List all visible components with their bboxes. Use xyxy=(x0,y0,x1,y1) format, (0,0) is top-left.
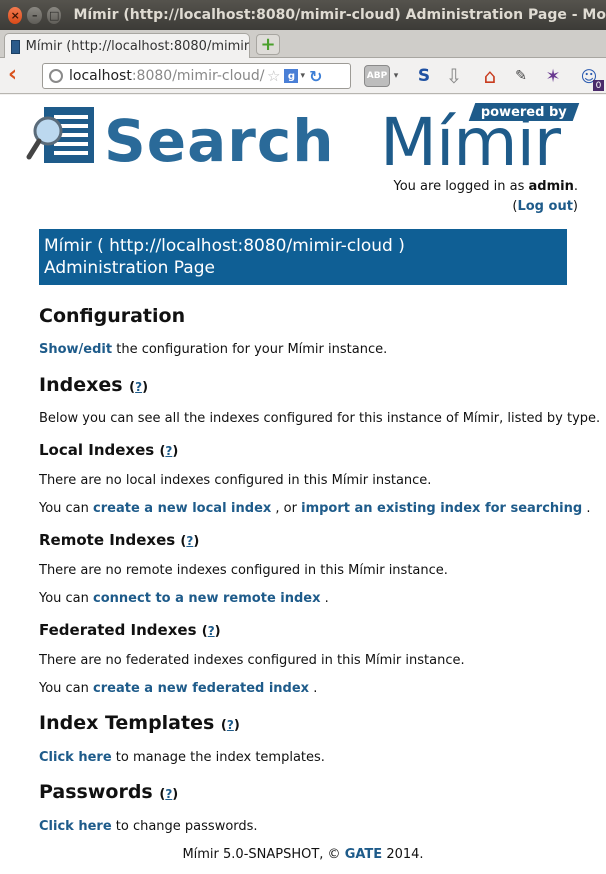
powered-by-text: powered by xyxy=(481,104,567,120)
indexes-heading-text: Indexes xyxy=(39,374,123,396)
window-title-bar: × – □ Mímir (http://localhost:8080/mimir… xyxy=(0,0,606,30)
page-content: Search Mímir powered by You are logged i… xyxy=(0,95,606,874)
configuration-description: the configuration for your Mímir instanc… xyxy=(112,342,388,357)
create-local-index-link[interactable]: create a new local index xyxy=(93,501,271,516)
local-indexes-none: There are no local indexes configured in… xyxy=(39,473,432,488)
remote-suffix: . xyxy=(320,591,329,606)
search-engine-dropdown-icon[interactable]: ▾ xyxy=(300,71,305,81)
window-title: Mímir (http://localhost:8080/mimir-cloud… xyxy=(73,7,606,23)
mimir-favicon-icon xyxy=(11,39,20,54)
addon-tool-icon[interactable]: ✎ xyxy=(514,65,528,87)
change-passwords-link[interactable]: Click here xyxy=(39,819,112,834)
import-index-link[interactable]: import an existing index for searching xyxy=(301,501,582,516)
configuration-text: Show/edit the configuration for your Mím… xyxy=(39,342,387,357)
remote-indexes-help-link[interactable]: ? xyxy=(186,534,193,548)
addon-notification-icon[interactable]: ☺ 0 xyxy=(578,65,604,91)
url-text[interactable]: localhost:8080/mimir-cloud/admin xyxy=(69,68,265,84)
remote-prefix: You can xyxy=(39,591,94,606)
indexes-help-link[interactable]: ? xyxy=(135,380,142,394)
search-logo-text: Search xyxy=(104,107,335,175)
search-engine-icon[interactable]: g xyxy=(284,69,299,83)
footer-version: Mímir 5.0-SNAPSHOT, © xyxy=(182,847,345,862)
navigation-toolbar: ‹ localhost:8080/mimir-cloud/admin ☆ g ▾… xyxy=(0,58,606,94)
minimize-window-button[interactable]: – xyxy=(27,6,42,24)
banner-line-2: Administration Page xyxy=(44,258,215,278)
back-arrow-icon[interactable]: ‹ xyxy=(8,64,30,86)
logout-link[interactable]: Log out xyxy=(517,199,572,214)
url-bar[interactable]: localhost:8080/mimir-cloud/admin ☆ g ▾ ↻ xyxy=(42,63,351,89)
search-document-icon xyxy=(26,107,94,163)
page-footer: Mímir 5.0-SNAPSHOT, © GATE 2014. xyxy=(0,847,606,862)
remote-indexes-heading-text: Remote Indexes xyxy=(39,531,176,549)
gate-link[interactable]: GATE xyxy=(345,847,382,862)
indexes-description: Below you can see all the indexes config… xyxy=(39,411,601,426)
federated-suffix: . xyxy=(309,681,318,696)
page-title-banner: Mímir ( http://localhost:8080/mimir-clou… xyxy=(39,229,567,285)
index-templates-heading-text: Index Templates xyxy=(39,712,215,734)
federated-indexes-actions: You can create a new federated index . xyxy=(39,681,317,696)
login-status: You are logged in as admin. (Log out) xyxy=(393,179,579,214)
maximize-window-button[interactable]: □ xyxy=(46,6,62,24)
federated-prefix: You can xyxy=(39,681,94,696)
index-templates-description: to manage the index templates. xyxy=(111,750,325,765)
local-prefix: You can xyxy=(39,501,94,516)
banner-line-1: Mímir ( http://localhost:8080/mimir-clou… xyxy=(44,236,405,256)
new-tab-button[interactable]: + xyxy=(256,34,280,55)
powered-by-banner: powered by xyxy=(468,103,580,121)
s-addon-icon[interactable]: S xyxy=(414,65,434,87)
remote-indexes-none: There are no remote indexes configured i… xyxy=(39,563,448,578)
configuration-heading: Configuration xyxy=(39,305,186,327)
local-indexes-help-link[interactable]: ? xyxy=(165,444,172,458)
mimir-logo: Mímir powered by xyxy=(380,103,580,181)
adblock-dropdown-icon[interactable]: ▾ xyxy=(392,65,400,87)
local-indexes-heading: Local Indexes (?) xyxy=(39,441,179,459)
show-edit-config-link[interactable]: Show/edit xyxy=(39,342,112,357)
index-templates-help-link[interactable]: ? xyxy=(227,718,234,732)
passwords-heading-text: Passwords xyxy=(39,781,153,803)
indexes-heading: Indexes (?) xyxy=(39,374,149,396)
local-middle: , or xyxy=(271,501,302,516)
download-arrow-icon[interactable]: ⇩ xyxy=(444,64,464,88)
local-suffix: . xyxy=(582,501,591,516)
remote-indexes-heading: Remote Indexes (?) xyxy=(39,531,200,549)
url-host: localhost xyxy=(69,68,132,84)
tab-title: Mímir (http://localhost:8080/mimir-cloud… xyxy=(25,39,249,54)
tab-mimir-admin[interactable]: Mímir (http://localhost:8080/mimir-cloud… xyxy=(4,33,250,59)
federated-indexes-heading-text: Federated Indexes xyxy=(39,621,197,639)
index-templates-heading: Index Templates (?) xyxy=(39,712,240,734)
logged-in-user: admin xyxy=(528,179,574,194)
adblock-plus-button[interactable]: ABP xyxy=(364,65,390,87)
federated-indexes-help-link[interactable]: ? xyxy=(208,624,215,638)
local-indexes-actions: You can create a new local index , or im… xyxy=(39,501,590,516)
passwords-text: Click here to change passwords. xyxy=(39,819,258,834)
addon-badge: 0 xyxy=(593,80,604,91)
addon-puzzle-icon[interactable]: ✶ xyxy=(540,65,566,87)
passwords-description: to change passwords. xyxy=(111,819,258,834)
bookmark-star-icon[interactable]: ☆ xyxy=(267,67,280,85)
passwords-heading: Passwords (?) xyxy=(39,781,179,803)
reload-icon[interactable]: ↻ xyxy=(309,67,322,86)
local-indexes-heading-text: Local Indexes xyxy=(39,441,155,459)
federated-indexes-none: There are no federated indexes configure… xyxy=(39,653,465,668)
remote-indexes-actions: You can connect to a new remote index . xyxy=(39,591,329,606)
close-window-button[interactable]: × xyxy=(8,6,23,24)
passwords-help-link[interactable]: ? xyxy=(165,787,172,801)
create-federated-index-link[interactable]: create a new federated index xyxy=(93,681,309,696)
url-path: :8080/mimir-cloud/admin xyxy=(131,68,265,84)
index-templates-text: Click here to manage the index templates… xyxy=(39,750,325,765)
logged-in-text: You are logged in as xyxy=(393,179,525,194)
site-identity-icon[interactable] xyxy=(49,69,63,83)
footer-year: 2014. xyxy=(382,847,424,862)
connect-remote-index-link[interactable]: connect to a new remote index xyxy=(93,591,320,606)
federated-indexes-heading: Federated Indexes (?) xyxy=(39,621,221,639)
tab-strip: Mímir (http://localhost:8080/mimir-cloud… xyxy=(0,30,606,59)
manage-templates-link[interactable]: Click here xyxy=(39,750,112,765)
home-icon[interactable]: ⌂ xyxy=(478,64,502,88)
